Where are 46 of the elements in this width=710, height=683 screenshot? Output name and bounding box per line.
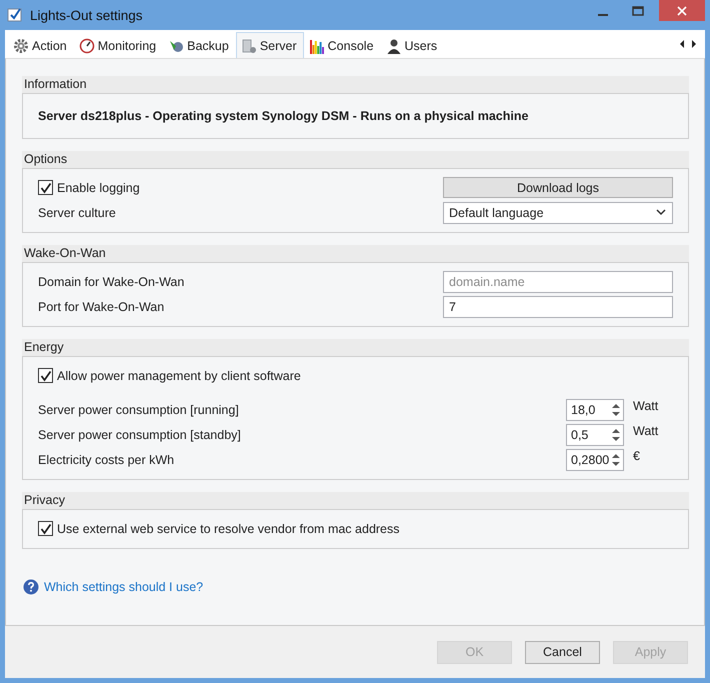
section-header: Information xyxy=(22,76,689,93)
section-header: Options xyxy=(22,151,689,168)
section-header: Energy xyxy=(22,339,689,356)
field-label: Electricity costs per kWh xyxy=(38,452,176,466)
dropdown[interactable]: Default language xyxy=(443,202,673,224)
checkbox[interactable] xyxy=(38,368,53,383)
bar-chart-icon xyxy=(308,38,325,54)
unit-label: Watt xyxy=(633,398,660,413)
number-spinner[interactable]: 0,5 xyxy=(566,424,624,446)
unit-label: € xyxy=(633,448,641,463)
user-icon xyxy=(386,38,402,54)
server-icon xyxy=(240,38,257,54)
checkbox[interactable] xyxy=(38,521,53,536)
number-spinner[interactable]: 0,2800 xyxy=(566,448,624,470)
help-link[interactable]: Which settings should I use? xyxy=(44,580,204,594)
field-label: Server power consumption [running] xyxy=(38,402,240,416)
gear-icon xyxy=(13,38,29,54)
dialog-button[interactable]: Cancel xyxy=(525,640,600,664)
unit-label: Watt xyxy=(633,423,660,438)
window-title: Lights-Out settings xyxy=(30,8,144,22)
field-label: Port for Wake-On-Wan xyxy=(38,300,166,314)
close-button[interactable] xyxy=(659,0,705,21)
field-label: Server culture xyxy=(38,206,117,220)
input-field[interactable]: 7 xyxy=(443,296,673,318)
close-icon xyxy=(677,6,687,16)
field-label: Server power consumption [standby] xyxy=(38,428,242,442)
app-icon xyxy=(7,7,23,23)
scroll-left-icon[interactable] xyxy=(679,40,685,48)
section-header: Wake-On-Wan xyxy=(22,245,689,262)
minimize-icon xyxy=(598,14,608,16)
number-spinner[interactable]: 18,0 xyxy=(566,398,624,420)
section-header: Privacy xyxy=(22,492,689,509)
checkbox-label: Allow power management by client software xyxy=(57,368,301,382)
checkbox[interactable] xyxy=(38,180,53,195)
help-icon xyxy=(23,579,39,595)
gauge-icon xyxy=(78,38,95,54)
field-label: Domain for Wake-On-Wan xyxy=(38,274,186,288)
chevron-down-icon xyxy=(656,209,666,216)
checkbox-label: Enable logging xyxy=(57,180,140,194)
scroll-right-icon[interactable] xyxy=(691,40,697,48)
download-logs-button[interactable]: Download logs xyxy=(443,177,673,198)
checkbox-label: Use external web service to resolve vendor from mac address xyxy=(57,522,400,536)
tab[interactable]: Server xyxy=(236,32,304,58)
server-info-text: Server ds218plus - Operating system Synology DSM - Runs on a physical machine xyxy=(38,108,528,125)
maximize-icon xyxy=(632,6,644,16)
input-field[interactable]: domain.name xyxy=(443,270,673,292)
